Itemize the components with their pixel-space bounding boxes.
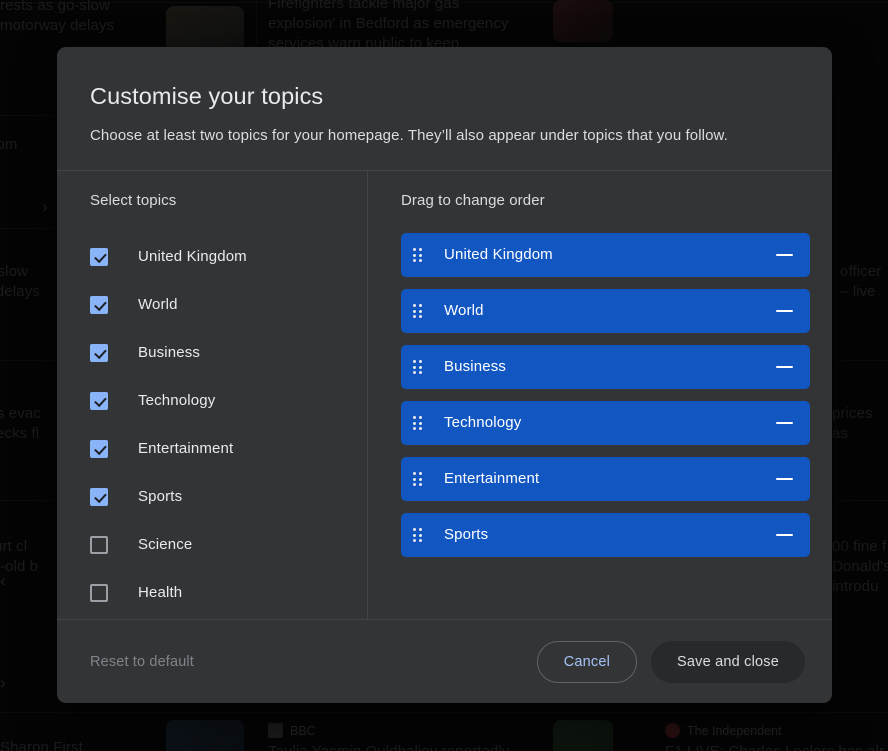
dialog-header: Customise your topics Choose at least tw… [57,47,832,171]
topic-checkbox-row-health[interactable]: Health [90,569,367,617]
topic-checkbox-row-business[interactable]: Business [90,329,367,377]
background-divider [0,712,888,713]
chip-label: Technology [444,414,522,431]
independent-logo-icon [665,723,680,738]
bbc-logo-icon [268,723,283,738]
background-divider [0,115,56,116]
background-headline: o-slow y delays [0,263,40,300]
background-thumbnail [553,720,613,751]
chip-label: World [444,302,484,319]
background-headline: F1 LIVE: Charles Leclerc has alr [665,742,888,751]
dialog-body: Select topics United Kingdom World Busines… [57,171,832,619]
background-headline: court cl ear-old b [0,538,39,575]
checkbox-unchecked-icon[interactable] [90,584,108,602]
order-topics-pane: Drag to change order United Kingdom World… [368,171,832,619]
select-topics-pane: Select topics United Kingdom World Busines… [57,171,368,619]
background-divider [838,500,888,501]
background-headline: Taulia Yasmin Quldhaliey reportedly [268,742,538,751]
checkbox-checked-icon[interactable] [90,296,108,314]
background-chevron-icon: ‹ [0,571,6,590]
checkbox-checked-icon[interactable] [90,488,108,506]
background-divider [0,500,56,501]
topic-order-chip-technology[interactable]: Technology [401,401,810,445]
remove-topic-minus-icon[interactable] [774,413,794,433]
background-publisher: The Independent [665,723,782,738]
topic-checkbox-row-science[interactable]: Science [90,521,367,569]
drag-handle-icon[interactable] [413,304,424,318]
remove-topic-minus-icon[interactable] [774,245,794,265]
topic-label: Technology [138,392,216,409]
topic-checkbox-row-entertainment[interactable]: Entertainment [90,425,367,473]
background-headline: rests as go-slow motorway delays [0,0,115,34]
background-publisher: BBC [268,723,316,738]
drag-handle-icon[interactable] [413,472,424,486]
topic-label: Health [138,584,183,601]
topic-label: United Kingdom [138,248,247,265]
chip-label: Entertainment [444,470,540,487]
drag-order-heading: Drag to change order [401,192,545,209]
background-headline: officer – live [840,263,882,300]
background-chevron-icon: › [0,673,6,692]
checkbox-checked-icon[interactable] [90,440,108,458]
save-and-close-button[interactable]: Save and close [651,640,805,683]
checkbox-checked-icon[interactable] [90,392,108,410]
topic-label: Business [138,344,201,361]
topic-order-list: United Kingdom World Business Technology Ent… [401,233,810,557]
topic-checkbox-row-technology[interactable]: Technology [90,377,367,425]
remove-topic-minus-icon[interactable] [774,301,794,321]
customise-topics-dialog: Customise your topics Choose at least tw… [57,47,832,703]
publisher-name: BBC [290,723,316,738]
background-divider [838,360,888,361]
topic-label: Entertainment [138,440,234,457]
chip-label: Business [444,358,507,375]
checkbox-checked-icon[interactable] [90,344,108,362]
remove-topic-minus-icon[interactable] [774,525,794,545]
topic-order-chip-entertainment[interactable]: Entertainment [401,457,810,501]
footer-actions: Cancel Save and close [536,640,805,683]
publisher-name: The Independent [687,723,782,738]
topic-order-chip-united-kingdom[interactable]: United Kingdom [401,233,810,277]
background-headline: 00 fine f Donald's introdu [832,538,888,595]
background-headline: ngs evac wrecks fl [0,405,41,442]
remove-topic-minus-icon[interactable] [774,469,794,489]
background-headline: Firefighters tackle major gas explosion'… [268,0,509,52]
dialog-subtitle: Choose at least two topics for your home… [90,127,728,144]
remove-topic-minus-icon[interactable] [774,357,794,377]
background-divider [0,360,56,361]
reset-to-default-button[interactable]: Reset to default [90,654,194,670]
topic-order-chip-world[interactable]: World [401,289,810,333]
chip-label: Sports [444,526,489,543]
select-topics-heading: Select topics [90,192,177,209]
chip-label: United Kingdom [444,246,553,263]
topic-checkbox-list: United Kingdom World Business Technology Ent… [90,233,367,617]
checkbox-unchecked-icon[interactable] [90,536,108,554]
background-thumbnail [166,720,244,751]
topic-checkbox-row-world[interactable]: World [90,281,367,329]
dialog-footer: Reset to default Cancel Save and close [57,619,832,703]
drag-handle-icon[interactable] [413,248,424,262]
background-headline: dom [0,136,18,153]
topic-label: Science [138,536,193,553]
topic-checkbox-row-united-kingdom[interactable]: United Kingdom [90,233,367,281]
background-chevron-icon: › [42,197,48,216]
background-thumbnail [553,0,613,42]
topic-order-chip-business[interactable]: Business [401,345,810,389]
background-divider [256,0,257,44]
drag-handle-icon[interactable] [413,528,424,542]
background-divider [0,228,56,229]
background-headline: Sharon First [0,739,83,751]
checkbox-checked-icon[interactable] [90,248,108,266]
background-headline: prices as [832,405,873,442]
topic-label: Sports [138,488,183,505]
drag-handle-icon[interactable] [413,360,424,374]
drag-handle-icon[interactable] [413,416,424,430]
dialog-title: Customise your topics [90,83,324,109]
topic-order-chip-sports[interactable]: Sports [401,513,810,557]
cancel-button[interactable]: Cancel [536,640,638,683]
topic-label: World [138,296,178,313]
topic-checkbox-row-sports[interactable]: Sports [90,473,367,521]
